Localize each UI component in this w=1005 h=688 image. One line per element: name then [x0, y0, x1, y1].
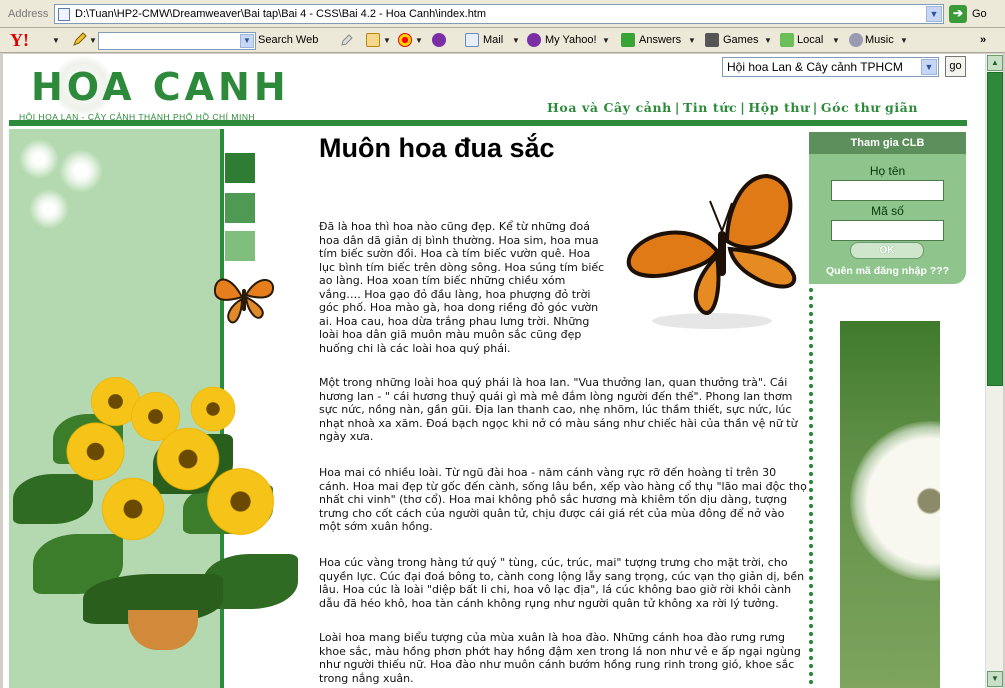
- square-dark: [225, 153, 255, 183]
- my-yahoo-button[interactable]: My Yahoo!: [545, 34, 597, 46]
- headphones-icon[interactable]: [432, 33, 446, 47]
- pencil-icon[interactable]: [340, 33, 354, 47]
- music-icon[interactable]: [849, 33, 863, 47]
- nav-separator: |: [740, 100, 746, 115]
- music-button[interactable]: Music: [865, 34, 894, 46]
- games-arrow-icon[interactable]: ▼: [764, 36, 772, 45]
- header-divider: [9, 120, 967, 126]
- yahoo-logo-icon[interactable]: Y!: [10, 30, 29, 51]
- nav-item-goc-thu-gian[interactable]: Góc thư giãn: [821, 100, 918, 115]
- nav-item-tin-tuc[interactable]: Tin tức: [683, 100, 737, 115]
- white-flower-icon: [29, 189, 69, 229]
- article-paragraph: Hoa mai có nhiều loài. Từ ngũ đài hoa - …: [319, 466, 807, 533]
- white-flower-icon: [19, 139, 59, 179]
- site-go-button[interactable]: go: [945, 56, 966, 77]
- yellow-daisy: [63, 419, 128, 484]
- scroll-up-icon[interactable]: ▲: [987, 55, 1003, 71]
- address-label: Address: [8, 8, 49, 20]
- my-yahoo-icon[interactable]: [527, 33, 541, 47]
- select-dropdown-icon[interactable]: ▼: [921, 59, 937, 75]
- local-button[interactable]: Local: [797, 34, 823, 46]
- games-icon[interactable]: [705, 33, 719, 47]
- nav-item-hop-thu[interactable]: Hộp thư: [748, 100, 809, 115]
- answers-button[interactable]: Answers: [639, 34, 681, 46]
- dandelion-image: [840, 321, 940, 688]
- organization-select-value: Hội hoa Lan & Cây cảnh TPHCM: [727, 60, 903, 74]
- mail-icon[interactable]: [465, 33, 479, 47]
- dandelion-puff: [850, 421, 940, 581]
- pen-menu-arrow-icon[interactable]: ▼: [89, 36, 97, 45]
- article-title: Muôn hoa đua sắc: [319, 133, 555, 163]
- article-paragraph: Đã là hoa thì hoa nào cũng đẹp. Kể từ nh…: [319, 220, 605, 355]
- forgot-code-link[interactable]: Quên mã đăng nhập ???: [809, 265, 966, 277]
- leaf: [13, 474, 93, 524]
- login-panel-header: Tham gia CLB: [809, 132, 966, 154]
- small-butterfly-image: [213, 278, 274, 324]
- antispy-arrow-icon[interactable]: ▼: [415, 36, 423, 45]
- yellow-daisy: [203, 464, 278, 539]
- scrollbar-thumb[interactable]: [987, 72, 1003, 386]
- calendar-arrow-icon[interactable]: ▼: [383, 36, 391, 45]
- article-paragraph: Hoa cúc vàng trong hàng tứ quý " tùng, c…: [319, 556, 805, 610]
- go-arrow-icon[interactable]: ➔: [949, 5, 967, 23]
- name-input[interactable]: [831, 180, 944, 201]
- name-label: Họ tên: [869, 164, 906, 178]
- dotted-divider: [808, 286, 814, 688]
- yahoo-menu-arrow-icon[interactable]: ▼: [52, 36, 60, 45]
- nav-item-hoa-cay-canh[interactable]: Hoa và Cây cảnh: [547, 100, 672, 115]
- scroll-down-icon[interactable]: ▼: [987, 671, 1003, 687]
- answers-icon[interactable]: [621, 33, 635, 47]
- music-arrow-icon[interactable]: ▼: [900, 36, 908, 45]
- ok-button[interactable]: OK: [850, 242, 924, 259]
- calendar-icon[interactable]: [366, 33, 380, 47]
- highlight-pen-icon[interactable]: [72, 31, 88, 47]
- site-logo[interactable]: HOA CANH HỘI HOA LAN - CÂY CẢNH THÀNH PH…: [13, 54, 313, 124]
- mail-button[interactable]: Mail: [483, 34, 503, 46]
- antispy-icon[interactable]: [398, 33, 412, 47]
- yahoo-toolbar: Y! ▼ ▼ ▼ Search Web ▼ ▼ Mail ▼ My Yahoo!…: [0, 28, 1005, 53]
- address-input[interactable]: D:\Tuan\HP2-CMW\Dreamweaver\Bai tap\Bai …: [54, 4, 944, 24]
- yellow-daisy: [98, 474, 168, 544]
- toolbar-more-button[interactable]: »: [980, 34, 986, 46]
- code-input[interactable]: [831, 220, 944, 241]
- article-paragraph: Một trong những loài hoa quý phái là hoa…: [319, 376, 798, 443]
- my-yahoo-arrow-icon[interactable]: ▼: [602, 36, 610, 45]
- address-dropdown-icon[interactable]: ▼: [926, 6, 942, 22]
- address-url[interactable]: D:\Tuan\HP2-CMW\Dreamweaver\Bai tap\Bai …: [75, 8, 486, 20]
- search-dropdown-icon[interactable]: ▼: [240, 34, 254, 48]
- login-panel: Tham gia CLB Họ tên Mã số OK Quên mã đăn…: [809, 132, 966, 284]
- organization-select[interactable]: Hội hoa Lan & Cây cảnh TPHCM ▼: [722, 57, 939, 77]
- address-bar: Address D:\Tuan\HP2-CMW\Dreamweaver\Bai …: [0, 0, 1005, 28]
- page-icon: [58, 8, 70, 21]
- logo-text: HOA CANH: [31, 65, 290, 109]
- article-paragraph: Loài hoa mang biểu tượng của mùa xuân là…: [319, 631, 801, 685]
- mail-arrow-icon[interactable]: ▼: [512, 36, 520, 45]
- web-page: HOA CANH HỘI HOA LAN - CÂY CẢNH THÀNH PH…: [3, 54, 985, 688]
- yahoo-search-input[interactable]: ▼: [98, 32, 256, 50]
- square-light: [225, 231, 255, 261]
- answers-arrow-icon[interactable]: ▼: [688, 36, 696, 45]
- square-medium: [225, 193, 255, 223]
- search-web-button[interactable]: Search Web: [258, 34, 318, 46]
- games-button[interactable]: Games: [723, 34, 758, 46]
- go-button[interactable]: Go: [972, 8, 987, 20]
- nav-separator: |: [674, 100, 681, 115]
- large-butterfly-image: [626, 173, 797, 329]
- main-nav: Hoa và Cây cảnh | Tin tức | Hộp thư | Góc thư …: [547, 100, 918, 115]
- nav-separator: |: [812, 100, 818, 115]
- page-scrollbar[interactable]: ▲ ▼: [985, 54, 1003, 688]
- local-arrow-icon[interactable]: ▼: [832, 36, 840, 45]
- code-label: Mã số: [871, 204, 904, 218]
- local-flag-icon[interactable]: [780, 33, 794, 47]
- white-flower-icon: [59, 149, 103, 193]
